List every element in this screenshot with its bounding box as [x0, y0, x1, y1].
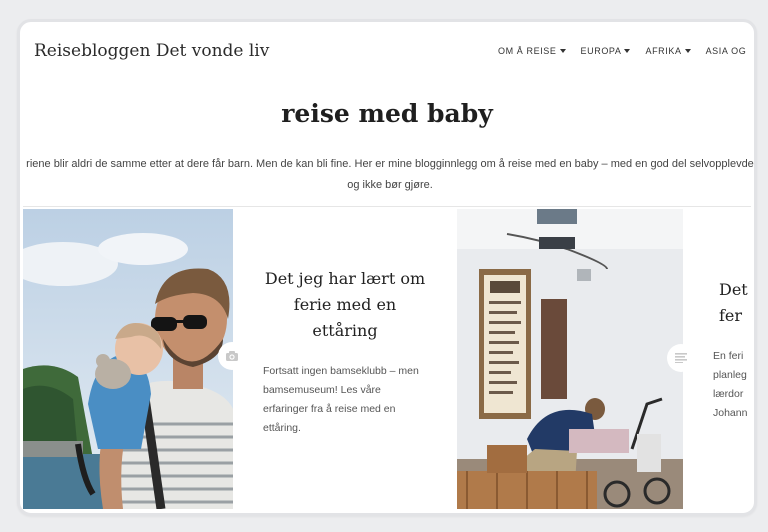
excerpt-line: Johann: [713, 407, 748, 419]
nav-item-europa[interactable]: EUROPA: [581, 46, 631, 56]
description-line: og ikke bør gjøre.: [347, 179, 433, 191]
post-excerpt: Fortsatt ingen bamseklubb – men bamsemus…: [263, 365, 419, 434]
nav-item-label: EUROPA: [580, 46, 622, 56]
post-image-father-with-baby[interactable]: [23, 209, 233, 509]
site-title[interactable]: Reisebloggen Det vonde liv: [34, 41, 269, 61]
post-card[interactable]: Det jeg har lært om ferie med en ettårin…: [233, 209, 457, 509]
post-title[interactable]: Det fer: [719, 277, 754, 329]
category-description: riene blir aldri de samme etter at dere …: [20, 154, 754, 196]
post-title[interactable]: Det jeg har lært om ferie med en ettårin…: [261, 266, 429, 344]
description-line: riene blir aldri de samme etter at dere …: [26, 158, 754, 170]
browser-page: Reisebloggen Det vonde liv OM Å REISE EU…: [17, 19, 757, 516]
excerpt-line: planleg: [713, 369, 747, 381]
post-card[interactable]: Det fer En feri planleg lærdor Johann: [683, 209, 754, 509]
nav-item-om-a-reise[interactable]: OM Å REISE: [498, 46, 566, 56]
main-nav: OM Å REISE EUROPA AFRIKA ASIA OG: [498, 46, 754, 56]
nav-item-label: ASIA OG: [705, 46, 747, 56]
post-excerpt: En feri planleg lærdor Johann: [713, 347, 754, 423]
post-image-tapas-street[interactable]: [457, 209, 683, 509]
excerpt-line: lærdor: [713, 388, 744, 400]
nav-item-label: OM Å REISE: [498, 46, 557, 56]
caret-down-icon: [684, 49, 691, 53]
caret-down-icon: [559, 49, 566, 53]
excerpt-line: En feri: [713, 350, 744, 362]
divider: [23, 206, 751, 207]
nav-item-asia[interactable]: ASIA OG: [706, 46, 747, 56]
nav-item-label: AFRIKA: [645, 46, 682, 56]
page-title: reise med baby: [281, 98, 493, 128]
post-title-line: fer: [719, 306, 743, 325]
post-title-line: Det: [719, 280, 748, 299]
caret-down-icon: [624, 49, 631, 53]
nav-item-afrika[interactable]: AFRIKA: [645, 46, 691, 56]
